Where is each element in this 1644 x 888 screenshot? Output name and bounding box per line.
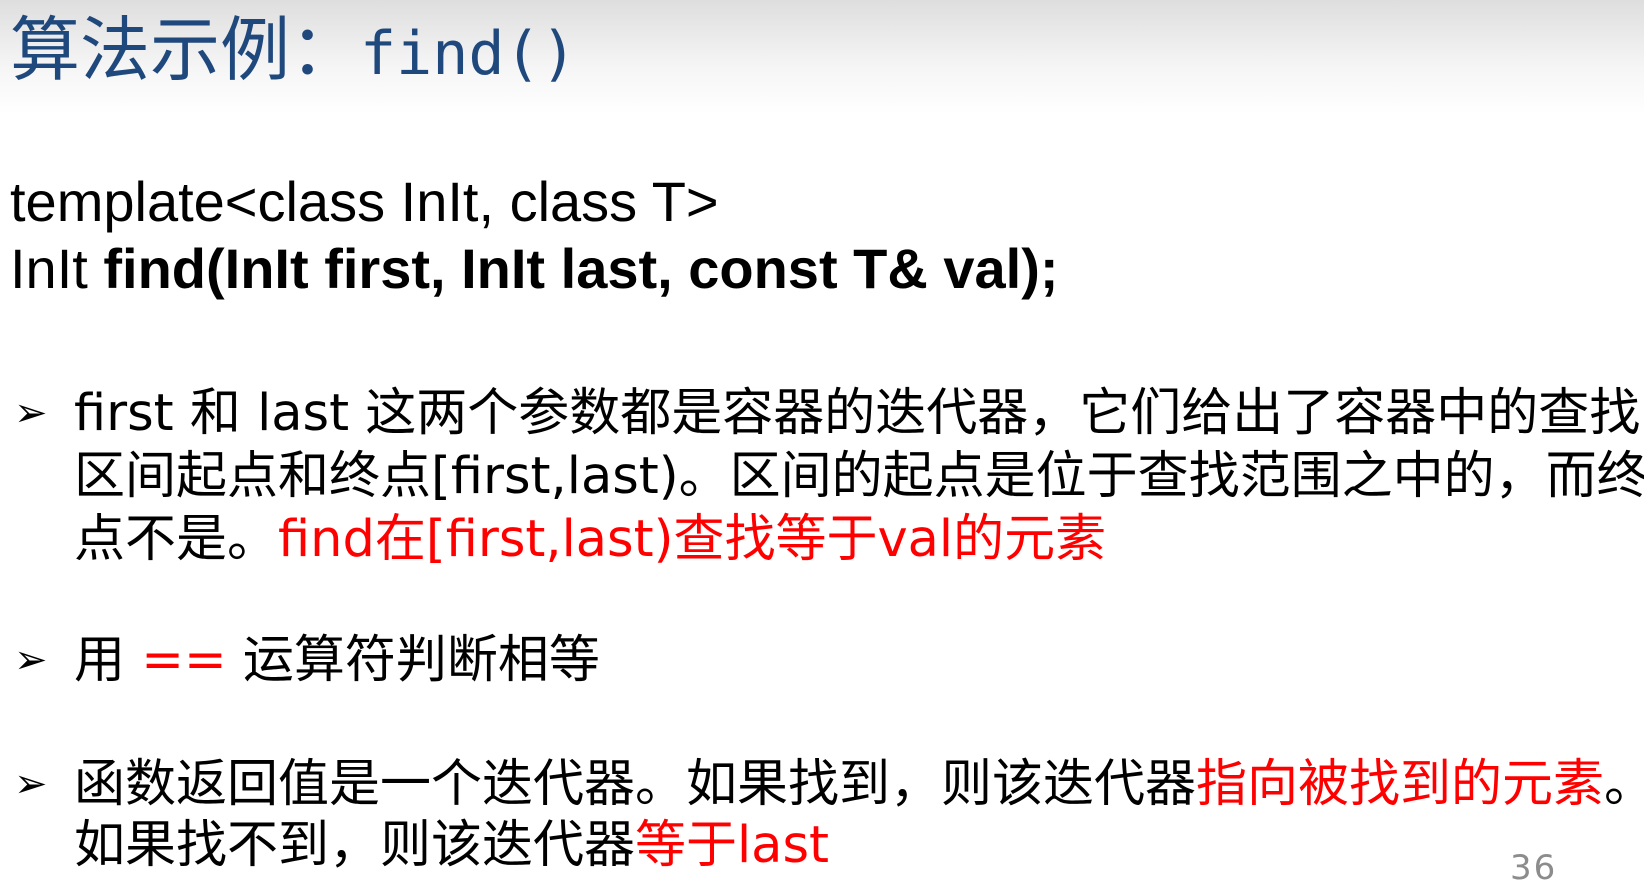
function-signature: find(InIt first, InIt last, const T& val…: [103, 237, 1059, 300]
slide-title: 算法示例：find(): [10, 0, 577, 104]
bullet-1-highlight: find在[first,last)查找等于val的元素: [278, 510, 1107, 569]
title-code: find(): [360, 19, 577, 89]
bullet-3-highlight: 指向被找到的元素: [1196, 755, 1605, 814]
signature-line-2: InIt find(InIt first, InIt last, const T…: [10, 237, 1059, 300]
title-text: 算法示例：: [10, 9, 360, 91]
bullet-3-text-2: 如果找不到，则该迭代器: [74, 816, 636, 875]
bullet-1-line-1: first 和 last 这两个参数都是容器的迭代器，它们给出了容器中的查找: [74, 384, 1641, 443]
bullet-1-line-3: 点不是。find在[first,last)查找等于val的元素: [74, 508, 1106, 571]
bullet-3-highlight-2: 等于last: [635, 816, 830, 875]
bullet-3-text: 函数返回值是一个迭代器。如果找到，则该迭代器: [74, 755, 1197, 814]
bullet-3-line-2: 如果找不到，则该迭代器等于last: [74, 814, 829, 877]
bullet-2-text-end: 运算符判断相等: [226, 631, 600, 690]
page-number: 36: [1510, 848, 1558, 888]
bullet-arrow-icon: ➢: [14, 637, 48, 683]
bullet-1-line-2: 区间起点和终点[first,last)。区间的起点是位于查找范围之中的，而终: [74, 447, 1644, 506]
bullet-2: 用 == 运算符判断相等: [74, 629, 600, 692]
return-type: InIt: [10, 237, 104, 300]
signature-line-1: template<class InIt, class T>: [10, 170, 719, 233]
bullet-3-line-1: 函数返回值是一个迭代器。如果找到，则该迭代器指向被找到的元素。: [74, 753, 1644, 816]
bullet-2-text: 用: [74, 631, 142, 690]
bullet-2-operator: ==: [141, 631, 227, 690]
bullet-arrow-icon: ➢: [14, 390, 48, 436]
bullet-3-period: 。: [1604, 755, 1644, 814]
bullet-arrow-icon: ➢: [14, 761, 48, 807]
bullet-1-text: 点不是。: [74, 510, 279, 569]
